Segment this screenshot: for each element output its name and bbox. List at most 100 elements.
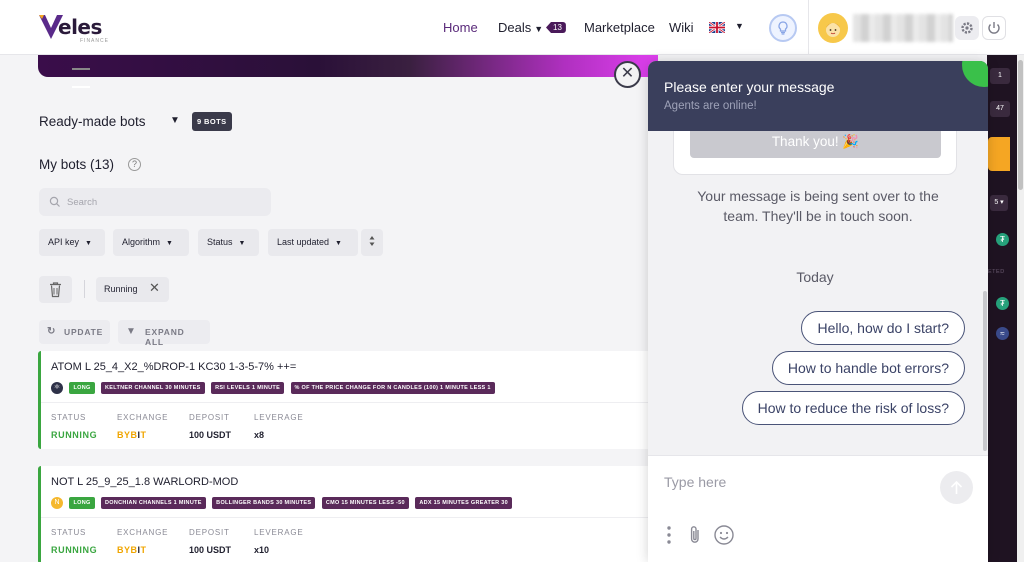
nav-deals[interactable]: Deals ▼ [498, 20, 543, 35]
indicator-tag: DONCHIAN CHANNELS 1 MINUTE [101, 496, 206, 509]
chevron-down-icon: ▼ [534, 24, 544, 34]
support-chat-widget: Thank you! 🎉 Please enter your message A… [648, 61, 988, 562]
expand-all-label: EXPAND ALL [145, 327, 185, 347]
chip-label: Running [104, 284, 138, 294]
filter-label: Algorithm [122, 237, 161, 247]
indicator-tag: RSI LEVELS 1 MINUTE [211, 381, 285, 394]
indicator-tag: KELTNER CHANNEL 30 MINUTES [101, 381, 205, 394]
more-options-icon[interactable] [664, 524, 674, 546]
my-bots-title: My bots (13) [39, 157, 115, 172]
chat-scrollbar[interactable] [983, 291, 987, 451]
indicator-tag: CMO 15 MINUTES LESS -50 [321, 496, 409, 509]
indicator-tag: % OF THE PRICE CHANGE FOR N CANDLES (100… [290, 381, 495, 394]
status-value: RUNNING [51, 545, 98, 555]
quick-reply-button[interactable]: How to reduce the risk of loss? [741, 391, 965, 425]
sidebar-dropdown[interactable]: 5 ▾ [990, 195, 1008, 211]
bot-card[interactable]: NOT L 25_9_25_1.8 WARLORD-MOD N LONG DON… [38, 466, 658, 562]
deposit-value: 100 USDT [189, 545, 232, 555]
leverage-value: x8 [254, 430, 265, 440]
help-icon[interactable]: ? [128, 158, 141, 171]
uk-flag-icon[interactable] [709, 22, 725, 33]
lightbulb-icon [778, 21, 788, 35]
exchange-label: EXCHANGE [117, 413, 169, 422]
atom-coin-icon: ⚛ [51, 381, 63, 394]
power-icon [988, 22, 1000, 34]
indicator-tag: BOLLINGER BANDS 30 MINUTES [212, 496, 316, 509]
filter-label: API key [48, 237, 80, 247]
expand-all-button[interactable]: ▼ EXPAND ALL [118, 320, 210, 347]
language-chevron-icon[interactable]: ▼ [735, 21, 744, 31]
chat-subtitle: Agents are online! [664, 100, 757, 112]
sidebar-orange-button[interactable] [988, 137, 1010, 171]
filter-label: Status [207, 237, 233, 247]
nav-home[interactable]: Home [443, 20, 478, 35]
filter-api-key[interactable]: API key ▼ [39, 229, 105, 256]
chevron-down-icon: ▼ [335, 240, 342, 247]
send-button[interactable] [940, 471, 973, 504]
card-divider [41, 517, 658, 518]
chevron-down-icon: ▼ [166, 240, 173, 247]
sort-order-button[interactable] [361, 229, 383, 256]
nav-marketplace[interactable]: Marketplace [584, 20, 655, 35]
bot-card[interactable]: ATOM L 25_4_X2_%DROP-1 KC30 1-3-5-7% ++=… [38, 351, 658, 449]
status-label: STATUS [51, 413, 87, 422]
search-input[interactable] [67, 194, 257, 210]
message-input[interactable] [664, 474, 924, 498]
quick-reply-button[interactable]: How to handle bot errors? [771, 351, 965, 385]
username-blurred [853, 14, 953, 42]
search-box[interactable] [39, 188, 271, 216]
top-header: eles FINANCE Home Deals ▼ 13 Marketplace … [0, 0, 1024, 55]
filter-label: Last updated [277, 237, 330, 247]
card-divider [41, 402, 658, 403]
sidebar-badge: 1 [990, 68, 1010, 84]
quick-reply-button[interactable]: Hello, how do I start? [801, 311, 965, 345]
user-avatar[interactable] [818, 13, 848, 43]
paperclip-icon[interactable] [685, 524, 705, 546]
deals-count-badge: 13 [546, 22, 566, 33]
message-composer [648, 455, 988, 562]
leverage-value: x10 [254, 545, 270, 555]
chevron-down-icon: ▼ [85, 240, 92, 247]
nav-deals-label: Deals [498, 20, 532, 35]
ready-made-bots-title[interactable]: Ready-made bots [39, 114, 146, 129]
indicator-tag: ADX 15 MINUTES GREATER 30 [415, 496, 513, 509]
date-separator: Today [796, 269, 834, 285]
direction-tag: LONG [69, 381, 95, 394]
promo-banner[interactable] [38, 55, 658, 77]
sort-icon [369, 236, 375, 246]
page-scrollbar-thumb[interactable] [1018, 60, 1023, 190]
exchange-label: EXCHANGE [117, 528, 169, 537]
delete-button[interactable] [39, 276, 72, 303]
sidebar-badge: 47 [990, 101, 1010, 117]
triangle-down-icon: ▼ [126, 326, 137, 337]
gear-icon [961, 22, 973, 34]
search-icon [49, 196, 60, 207]
sidebar-partial-text: ETED [988, 269, 1005, 275]
deposit-value: 100 USDT [189, 430, 232, 440]
exchange-value-bybit-logo: BYBIT [117, 430, 147, 440]
filter-algorithm[interactable]: Algorithm ▼ [113, 229, 189, 256]
logout-button[interactable] [982, 16, 1006, 40]
ready-made-chevron-icon[interactable]: ▼ [170, 115, 180, 126]
nav-wiki[interactable]: Wiki [669, 20, 694, 35]
remove-filter-close-icon[interactable]: ✕ [149, 281, 160, 295]
logo-subtext: FINANCE [80, 38, 109, 44]
emoji-icon[interactable] [713, 524, 735, 546]
chat-close-button[interactable]: ✕ [614, 61, 641, 88]
tether-coin-icon: ₮ [996, 233, 1009, 246]
chat-header: Please enter your message Agents are onl… [648, 61, 988, 131]
lightbulb-button[interactable] [769, 14, 797, 42]
banner-pagination[interactable] [72, 57, 118, 88]
veles-logo[interactable]: eles FINANCE [38, 12, 108, 44]
filter-last-updated[interactable]: Last updated ▼ [268, 229, 358, 256]
update-button[interactable]: ↻ UPDATE [39, 320, 110, 344]
arrow-up-icon [950, 480, 963, 494]
logo-text: eles [58, 15, 102, 39]
tether-coin-icon: ₮ [996, 297, 1009, 310]
filter-status[interactable]: Status ▼ [198, 229, 259, 256]
leverage-label: LEVERAGE [254, 413, 304, 422]
settings-button[interactable] [955, 16, 979, 40]
exchange-value-bybit-logo: BYBIT [117, 545, 147, 555]
bot-name[interactable]: ATOM L 25_4_X2_%DROP-1 KC30 1-3-5-7% ++= [51, 361, 296, 373]
bot-name[interactable]: NOT L 25_9_25_1.8 WARLORD-MOD [51, 476, 238, 488]
